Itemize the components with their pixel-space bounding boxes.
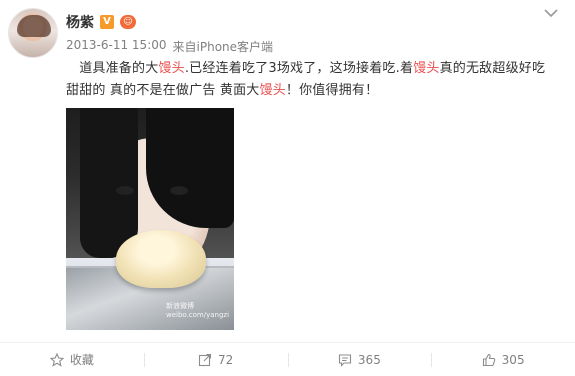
action-bar: 收藏 72 365 305 [0, 343, 575, 376]
post-date[interactable]: 2013-6-11 15:00 [66, 38, 167, 55]
highlight-keyword[interactable]: 馒头 [259, 83, 285, 98]
photo-eye [170, 186, 188, 195]
photo-steamed-bun [116, 230, 206, 288]
repost-count: 72 [217, 352, 234, 367]
username[interactable]: 杨紫 [66, 12, 94, 32]
avatar[interactable] [8, 8, 58, 58]
post-image[interactable]: 新浪微博 weibo.com/yangzi [66, 108, 234, 330]
source-link[interactable]: iPhone客户端 [197, 38, 274, 55]
comment-count: 365 [357, 352, 381, 367]
star-icon [49, 352, 64, 367]
chevron-down-icon[interactable] [541, 6, 561, 22]
post-text-segment: ！你值得拥有！ [285, 83, 379, 98]
source-prefix: 来自 [172, 40, 197, 54]
thumbs-up-icon [482, 353, 495, 366]
post-text-segment: .已经连着吃了3场戏了，这场接着吃.着 [184, 61, 414, 76]
comment-button[interactable]: 365 [287, 343, 432, 376]
like-count: 305 [501, 352, 525, 367]
image-watermark: 新浪微博 weibo.com/yangzi [166, 302, 230, 319]
photo-hair [80, 108, 138, 258]
repost-button[interactable]: 72 [143, 343, 288, 376]
post-text-segment: 道具准备的大 [66, 61, 159, 76]
vip-badge-icon[interactable]: ☺ [120, 15, 136, 29]
like-button[interactable]: 305 [431, 343, 575, 376]
favorite-label: 收藏 [69, 353, 94, 367]
repost-icon [198, 353, 212, 366]
favorite-button[interactable]: 收藏 [0, 343, 144, 376]
verified-badge-icon[interactable]: V [100, 15, 114, 29]
post-text: 道具准备的大馒头.已经连着吃了3场戏了，这场接着吃.着馒头真的无敌超级好吃 甜甜… [66, 58, 560, 102]
comment-icon [338, 353, 351, 367]
weibo-post-card: 杨紫 V ☺ 2013-6-11 15:00 来自 iPhone客户端 道具准备的… [0, 0, 575, 376]
highlight-keyword[interactable]: 馒头 [158, 61, 184, 76]
user-name-row: 杨紫 V ☺ [66, 12, 136, 32]
post-meta: 2013-6-11 15:00 来自 iPhone客户端 [66, 38, 273, 55]
highlight-keyword[interactable]: 馒头 [413, 61, 439, 76]
photo-eye [116, 186, 134, 195]
